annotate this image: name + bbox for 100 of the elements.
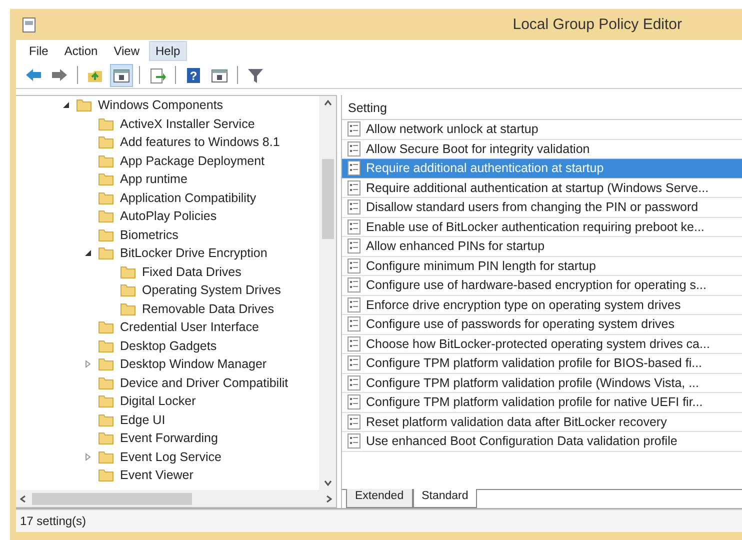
policy-setting-icon xyxy=(347,218,361,235)
policy-setting-icon xyxy=(347,238,361,254)
scroll-left-icon[interactable] xyxy=(20,494,26,502)
tree-item[interactable]: App Package Deployment xyxy=(120,154,265,168)
window-pane-button[interactable] xyxy=(110,64,133,86)
folder-icon xyxy=(98,393,114,410)
tree-item[interactable]: Removable Data Drives xyxy=(142,302,274,316)
folder-icon xyxy=(98,448,114,465)
policy-setting-icon xyxy=(347,180,361,196)
folder-icon xyxy=(98,245,114,262)
menu-item[interactable]: Help xyxy=(148,41,188,61)
policy-setting-icon xyxy=(347,336,361,352)
setting-row[interactable]: Configure minimum PIN length for startup xyxy=(342,256,742,276)
policy-setting-icon xyxy=(347,316,361,332)
status-text: 17 setting(s) xyxy=(20,514,86,528)
policy-setting-icon xyxy=(347,199,361,216)
tree-item[interactable]: Digital Locker xyxy=(120,394,196,408)
tree-item[interactable]: Event Viewer xyxy=(120,468,194,482)
setting-row[interactable]: Configure TPM platform validation profile for BIOS-based fi... xyxy=(342,354,742,374)
menu-item[interactable]: File xyxy=(22,41,56,61)
scroll-up-icon[interactable] xyxy=(324,100,332,106)
folder-icon xyxy=(98,338,114,354)
folder-icon xyxy=(76,97,92,114)
folder-icon xyxy=(98,226,114,243)
tree-item[interactable]: Event Forwarding xyxy=(120,431,218,446)
folder-icon xyxy=(98,190,114,206)
tree-item[interactable]: Event Log Service xyxy=(120,450,222,464)
policy-setting-icon xyxy=(347,121,361,138)
window-pane-icon xyxy=(113,66,130,84)
tree-item[interactable]: Edge UI xyxy=(120,412,166,427)
tree-item[interactable]: ActiveX Installer Service xyxy=(120,116,255,131)
folder-icon xyxy=(98,430,114,446)
folder-icon xyxy=(98,134,114,150)
setting-row[interactable]: Require additional authentication at startup xyxy=(342,159,742,178)
window-title: Local Group Policy Editor xyxy=(512,16,683,33)
tree-item[interactable]: Application Compatibility xyxy=(120,190,256,205)
column-header[interactable]: Setting xyxy=(342,95,742,120)
setting-row[interactable]: Allow network unlock at startup xyxy=(342,120,742,140)
vertical-scrollbar[interactable] xyxy=(319,96,336,490)
tree-item[interactable]: Biometrics xyxy=(120,228,178,242)
expanded-arrow-icon[interactable] xyxy=(84,249,92,258)
setting-row[interactable]: Choose how BitLocker-protected operating system drives ca... xyxy=(342,334,742,354)
setting-row[interactable]: Reset platform validation data after BitLocker recovery xyxy=(342,412,742,432)
setting-row[interactable]: Use enhanced Boot Configuration Data validation profile xyxy=(342,432,742,452)
setting-row[interactable]: Configure TPM platform validation profile (Windows Vista, ... xyxy=(342,374,742,393)
setting-row[interactable]: Configure use of passwords for operating system drives xyxy=(342,315,742,334)
forward-arrow-icon xyxy=(51,66,68,84)
folder-icon xyxy=(98,208,114,224)
back-arrow-icon xyxy=(25,66,42,84)
policy-setting-icon xyxy=(347,277,361,294)
tree-item[interactable]: AutoPlay Policies xyxy=(120,209,217,224)
collapsed-arrow-icon[interactable] xyxy=(84,360,92,368)
collapsed-arrow-icon[interactable] xyxy=(84,452,92,461)
window-pane-icon xyxy=(211,66,228,84)
tree-item[interactable]: Desktop Window Manager xyxy=(120,357,267,372)
export-list-icon xyxy=(149,66,166,84)
folder-icon xyxy=(120,264,136,280)
setting-row[interactable]: Require additional authentication at startup (Windows Serve... xyxy=(342,178,742,198)
policy-setting-icon xyxy=(347,374,361,391)
folder-icon xyxy=(98,412,114,428)
horizontal-scrollbar[interactable] xyxy=(16,490,336,507)
tree-item[interactable]: Fixed Data Drives xyxy=(142,264,242,279)
policy-setting-icon xyxy=(347,258,361,274)
folder-icon xyxy=(98,152,114,169)
expanded-arrow-icon[interactable] xyxy=(62,101,70,110)
setting-row[interactable]: Configure use of hardware-based encryption for operating s... xyxy=(342,276,742,296)
folder-icon xyxy=(98,374,114,391)
view-tab[interactable]: Extended xyxy=(346,489,413,508)
scrollbar-thumb[interactable] xyxy=(322,159,334,239)
tree-item[interactable]: Device and Driver Compatibilit xyxy=(120,376,288,390)
tree-item[interactable]: BitLocker Drive Encryption xyxy=(120,246,268,260)
folder-icon xyxy=(98,171,114,188)
folder-icon xyxy=(98,467,114,484)
setting-row[interactable]: Disallow standard users from changing the PIN or password xyxy=(342,198,742,218)
view-tab[interactable]: Standard xyxy=(412,489,478,508)
folder-icon xyxy=(98,356,114,372)
policy-setting-icon xyxy=(347,140,361,157)
scroll-down-icon[interactable] xyxy=(324,480,332,486)
tree-item[interactable]: Credential User Interface xyxy=(120,320,259,334)
tree-item[interactable]: Windows Components xyxy=(98,98,224,112)
setting-row[interactable]: Allow enhanced PINs for startup xyxy=(342,237,742,256)
setting-row[interactable]: Enable use of BitLocker authentication requiring preboot ke... xyxy=(342,218,742,237)
scrollbar-thumb[interactable] xyxy=(32,492,192,504)
policy-setting-icon xyxy=(347,414,361,430)
menu-item[interactable]: Action xyxy=(57,41,105,61)
folder-icon xyxy=(98,319,114,336)
tree-item[interactable]: Add features to Windows 8.1 xyxy=(120,135,280,150)
scroll-right-icon[interactable] xyxy=(326,494,332,502)
filter-icon xyxy=(247,66,264,84)
tree-item[interactable]: Desktop Gadgets xyxy=(120,338,217,353)
setting-row[interactable]: Enforce drive encryption type on operating system drives xyxy=(342,296,742,315)
policy-setting-icon xyxy=(347,394,361,410)
tree-item[interactable]: App runtime xyxy=(120,172,188,186)
menu-item[interactable]: View xyxy=(106,41,146,61)
tree-item[interactable]: Operating System Drives xyxy=(142,283,281,298)
folder-icon xyxy=(120,282,136,298)
setting-row[interactable]: Configure TPM platform validation profile for native UEFI fir... xyxy=(342,393,742,412)
policy-setting-icon xyxy=(347,160,361,176)
policy-setting-icon xyxy=(347,433,361,450)
app-icon xyxy=(22,16,36,32)
